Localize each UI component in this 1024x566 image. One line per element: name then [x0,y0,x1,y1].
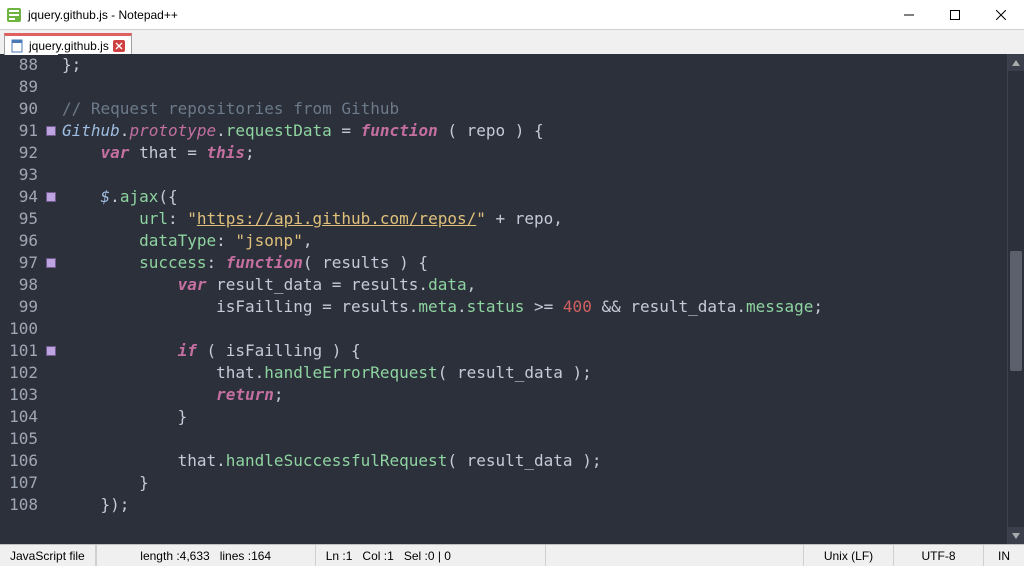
app-icon [6,7,22,23]
line-number: 96 [0,230,38,252]
fold-cell [44,76,58,98]
fold-cell [44,362,58,384]
fold-cell [44,296,58,318]
line-number: 89 [0,76,38,98]
fold-cell [44,54,58,76]
status-bar: JavaScript file length : 4,633 lines : 1… [0,544,1024,566]
tab-bar: jquery.github.js [0,30,1024,54]
status-position: Ln : 1 Col : 1 Sel : 0 | 0 [316,545,546,566]
vertical-scrollbar[interactable] [1007,54,1024,544]
line-number: 93 [0,164,38,186]
line-number: 94 [0,186,38,208]
fold-toggle[interactable] [46,126,56,136]
fold-cell [44,142,58,164]
fold-cell [44,384,58,406]
line-number: 107 [0,472,38,494]
line-number: 100 [0,318,38,340]
fold-toggle[interactable] [46,192,56,202]
status-length: length : 4,633 lines : 164 [96,545,316,566]
line-number: 97 [0,252,38,274]
fold-cell [44,186,58,208]
maximize-button[interactable] [932,0,978,30]
status-language: JavaScript file [0,545,96,566]
fold-cell [44,164,58,186]
fold-toggle[interactable] [46,346,56,356]
line-number: 103 [0,384,38,406]
line-number: 105 [0,428,38,450]
line-number: 95 [0,208,38,230]
minimize-icon [904,10,914,20]
file-icon [11,39,25,53]
close-button[interactable] [978,0,1024,30]
fold-cell [44,428,58,450]
fold-cell [44,274,58,296]
line-number-gutter: 8889909192939495969798991001011021031041… [0,54,44,544]
line-number: 106 [0,450,38,472]
chevron-up-icon [1012,59,1020,67]
line-number: 98 [0,274,38,296]
fold-cell [44,252,58,274]
line-number: 104 [0,406,38,428]
fold-cell [44,208,58,230]
scroll-up-button[interactable] [1008,54,1024,71]
line-number: 90 [0,98,38,120]
status-eol: Unix (LF) [804,545,894,566]
fold-cell [44,406,58,428]
line-number: 92 [0,142,38,164]
line-number: 101 [0,340,38,362]
fold-cell [44,494,58,516]
line-number: 88 [0,54,38,76]
fold-cell [44,230,58,252]
tab-close-button[interactable] [113,40,125,52]
tab-label: jquery.github.js [29,39,109,53]
close-icon [996,10,1006,20]
fold-cell [44,318,58,340]
window-title: jquery.github.js - Notepad++ [28,8,886,22]
scrollbar-track[interactable] [1008,71,1024,527]
close-icon [115,42,123,50]
scrollbar-thumb[interactable] [1010,251,1022,371]
fold-cell [44,120,58,142]
status-spacer [546,545,804,566]
fold-cell [44,98,58,120]
chevron-down-icon [1012,532,1020,540]
scroll-down-button[interactable] [1008,527,1024,544]
title-bar: jquery.github.js - Notepad++ [0,0,1024,30]
fold-column [44,54,58,544]
fold-cell [44,340,58,362]
fold-cell [44,450,58,472]
line-number: 108 [0,494,38,516]
line-number: 99 [0,296,38,318]
file-tab[interactable]: jquery.github.js [4,33,132,55]
minimize-button[interactable] [886,0,932,30]
status-encoding: UTF-8 [894,545,984,566]
fold-cell [44,472,58,494]
code-area[interactable]: }; // Request repositories from GithubGi… [58,54,1007,544]
status-insert-mode: IN [984,545,1024,566]
line-number: 102 [0,362,38,384]
editor: 8889909192939495969798991001011021031041… [0,54,1024,544]
fold-toggle[interactable] [46,258,56,268]
window-controls [886,0,1024,29]
line-number: 91 [0,120,38,142]
maximize-icon [950,10,960,20]
